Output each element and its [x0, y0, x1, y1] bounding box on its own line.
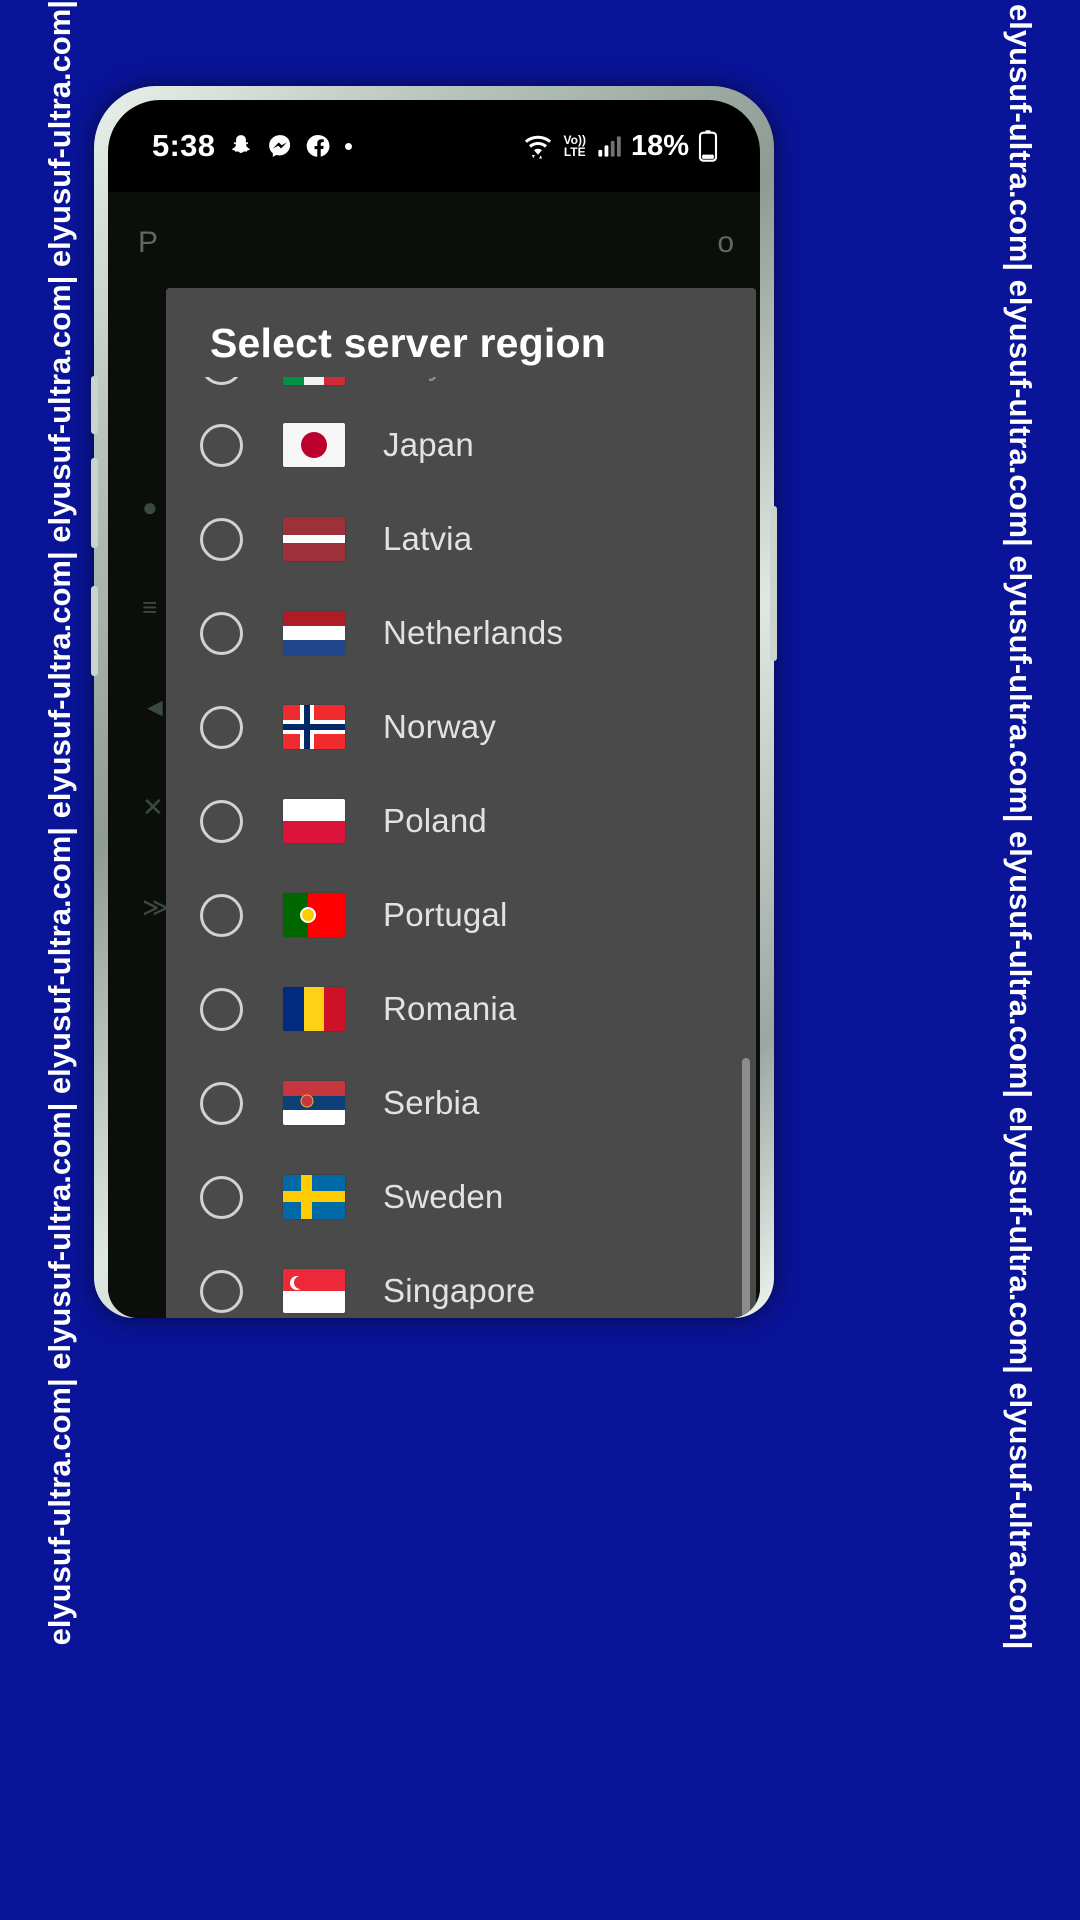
- list-item-sweden[interactable]: Sweden: [166, 1150, 756, 1244]
- status-bar-clock: 5:38: [152, 128, 216, 163]
- list-item-netherlands[interactable]: Netherlands: [166, 586, 756, 680]
- dot-icon: [345, 142, 353, 150]
- list-item-portugal[interactable]: Portugal: [166, 868, 756, 962]
- radio-sweden[interactable]: [200, 1175, 243, 1219]
- status-bar-left: 5:38: [152, 128, 353, 164]
- radio-portugal[interactable]: [200, 893, 243, 937]
- list-item-label: Poland: [383, 802, 487, 839]
- flag-romania-icon: [283, 987, 345, 1031]
- app-background-right-text: o: [717, 226, 734, 259]
- radio-singapore[interactable]: [200, 1269, 243, 1313]
- list-item-norway[interactable]: Norway: [166, 680, 756, 774]
- ghost-icon-1: ●: [142, 492, 158, 522]
- facebook-icon: [306, 135, 330, 157]
- ghost-icon-2: ≡: [142, 592, 158, 622]
- app-background-left-text: P: [138, 226, 159, 259]
- radio-poland[interactable]: [200, 799, 243, 843]
- flag-portugal-icon: [283, 893, 345, 937]
- list-item-label: Sweden: [383, 1178, 504, 1215]
- list-item-label: Romania: [383, 990, 517, 1027]
- list-item-label: Japan: [383, 426, 474, 463]
- list-item-poland[interactable]: Poland: [166, 774, 756, 868]
- app-background: P o ● ≡ ◄ ✕ ≫ Select server region Japan…: [108, 192, 760, 1318]
- status-bar: 5:38 Vo)) LTE 18%: [108, 100, 760, 192]
- watermark-right-text: elyusuf-ultra.com| elyusuf-ultra.com| el…: [1003, 4, 1038, 1650]
- flag-netherlands-icon: [283, 611, 345, 655]
- list-item-romania[interactable]: Romania: [166, 962, 756, 1056]
- flag-serbia-icon: [283, 1081, 345, 1125]
- volume-up-button[interactable]: [91, 376, 98, 434]
- battery-percent-label: 18%: [630, 129, 689, 162]
- radio-norway[interactable]: [200, 705, 243, 749]
- status-bar-right: Vo)) LTE 18%: [521, 130, 718, 163]
- list-item-label: Singapore: [383, 1272, 536, 1309]
- volte-icon: Vo)) LTE: [563, 133, 586, 159]
- flag-singapore-icon: [283, 1269, 345, 1313]
- radio-netherlands[interactable]: [200, 611, 243, 655]
- battery-icon: [698, 130, 718, 162]
- phone-mockup: 5:38 Vo)) LTE 18% P o ● ≡ ◄ ✕ ≫ Select s…: [91, 86, 777, 1318]
- list-item-label: Serbia: [383, 1084, 480, 1121]
- flag-norway-icon: [283, 705, 345, 749]
- radio-serbia[interactable]: [200, 1081, 243, 1125]
- wifi-icon: [524, 135, 551, 159]
- server-region-list[interactable]: Italy Japan: [166, 346, 756, 1318]
- ghost-icon-3: ◄: [142, 692, 168, 722]
- ghost-icon-4: ✕: [142, 792, 164, 822]
- list-item-label: Portugal: [383, 896, 508, 933]
- flag-sweden-icon: [283, 1175, 345, 1219]
- radio-japan[interactable]: [200, 423, 243, 467]
- flag-latvia-icon: [283, 517, 345, 561]
- volume-down-button[interactable]: [91, 458, 98, 548]
- messenger-icon: [269, 135, 291, 157]
- list-item-latvia[interactable]: Latvia: [166, 492, 756, 586]
- power-button[interactable]: [770, 506, 777, 661]
- server-region-dialog: Select server region Italy: [166, 288, 756, 1318]
- phone-screen: 5:38 Vo)) LTE 18% P o ● ≡ ◄ ✕ ≫ Select s…: [108, 100, 760, 1318]
- signal-icon: [598, 135, 621, 157]
- list-item-japan[interactable]: Japan: [166, 398, 756, 492]
- snapchat-icon: [232, 135, 251, 154]
- flag-poland-icon: [283, 799, 345, 843]
- phone-frame: 5:38 Vo)) LTE 18% P o ● ≡ ◄ ✕ ≫ Select s…: [91, 86, 777, 1318]
- list-item-label: Norway: [383, 708, 497, 745]
- list-item-label: Netherlands: [383, 614, 564, 651]
- watermark-right: elyusuf-ultra.com| elyusuf-ultra.com| el…: [960, 0, 1080, 1920]
- radio-latvia[interactable]: [200, 517, 243, 561]
- flag-japan-icon: [283, 423, 345, 467]
- radio-romania[interactable]: [200, 987, 243, 1031]
- list-scrollbar[interactable]: [742, 1058, 750, 1318]
- dialog-title: Select server region: [166, 288, 756, 377]
- list-item-label: Latvia: [383, 520, 473, 557]
- list-item-serbia[interactable]: Serbia: [166, 1056, 756, 1150]
- list-item-singapore[interactable]: Singapore: [166, 1244, 756, 1318]
- bixby-button[interactable]: [91, 586, 98, 676]
